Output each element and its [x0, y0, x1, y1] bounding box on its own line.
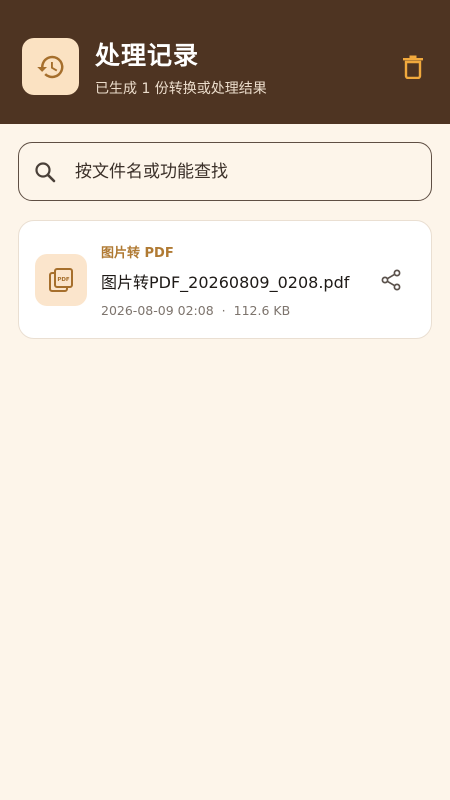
meta-separator: · — [221, 303, 226, 318]
search-input[interactable] — [75, 155, 415, 189]
share-icon — [381, 269, 401, 291]
trash-icon — [403, 55, 423, 79]
delete-all-button[interactable] — [399, 53, 427, 81]
page-subtitle: 已生成 1 份转换或处理结果 — [95, 81, 267, 97]
share-button[interactable] — [379, 268, 403, 292]
record-type-tag: 图片转 PDF — [101, 246, 174, 261]
record-card[interactable]: PDF 图片转 PDF 图片转PDF_20260809_0208.pdf 202… — [18, 220, 432, 339]
record-filename: 图片转PDF_20260809_0208.pdf — [101, 273, 350, 292]
page-title: 处理记录 — [95, 41, 200, 70]
search-icon — [35, 162, 56, 183]
svg-text:PDF: PDF — [57, 277, 70, 283]
search-bar[interactable] — [18, 142, 432, 201]
record-datetime: 2026-08-09 02:08 — [101, 303, 214, 318]
pdf-file-icon: PDF — [35, 254, 87, 306]
app-header: 处理记录 已生成 1 份转换或处理结果 — [0, 0, 450, 124]
history-icon — [22, 38, 79, 95]
record-size: 112.6 KB — [233, 303, 291, 318]
record-meta: 2026-08-09 02:08 · 112.6 KB — [101, 303, 290, 318]
